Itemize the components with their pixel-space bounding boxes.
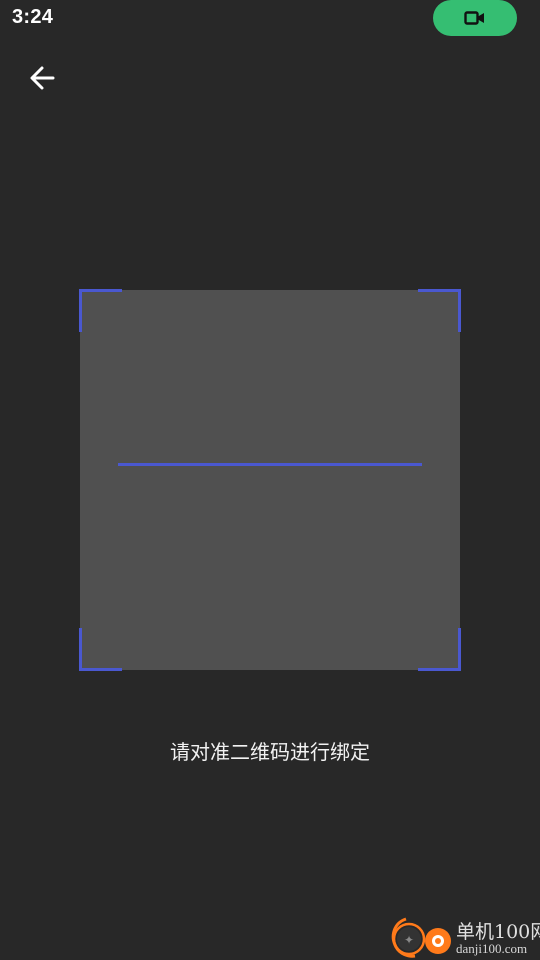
arrow-left-icon (30, 66, 55, 90)
scan-corner-bottom-right (418, 628, 461, 671)
svg-text:✦: ✦ (404, 933, 414, 947)
scan-corner-top-left (79, 289, 122, 332)
scan-hint-text: 请对准二维码进行绑定 (170, 740, 370, 764)
status-time: 3:24 (12, 6, 54, 28)
scan-line (118, 463, 422, 466)
danji-logo-icon: ✦ (391, 917, 451, 958)
watermark-url: danji100.com (456, 941, 528, 956)
back-button[interactable] (20, 56, 64, 100)
scan-corner-top-right (418, 289, 461, 332)
qr-scan-frame (79, 289, 461, 671)
watermark-title: 单机100网 (456, 921, 540, 943)
video-camera-icon (464, 11, 484, 25)
screen-record-indicator[interactable] (433, 0, 517, 36)
watermark: ✦ 单机100网 danji100.com (388, 914, 540, 960)
scan-corner-bottom-left (79, 628, 122, 671)
